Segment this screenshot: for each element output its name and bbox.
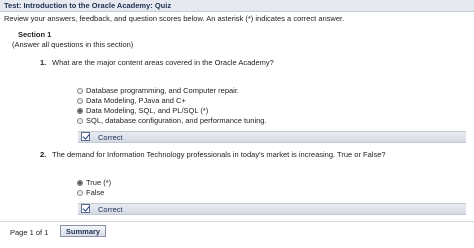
radio-icon[interactable] (77, 189, 83, 196)
question-1-option-1[interactable]: Database programming, and Computer repai… (77, 86, 239, 95)
quiz-title: Test: Introduction to the Oracle Academy… (4, 1, 172, 10)
radio-icon[interactable] (77, 117, 83, 124)
option-label: Data Modeling, PJava and C+ (86, 96, 186, 105)
section-title: Section 1 (18, 30, 52, 39)
page-indicator: Page 1 of 1 (10, 228, 49, 237)
feedback-label: Correct (98, 133, 123, 142)
question-2-option-2[interactable]: False (77, 188, 104, 197)
question-1-option-3[interactable]: Data Modeling, SQL, and PL/SQL (*) (77, 106, 208, 115)
question-2-number: 2. (40, 150, 47, 159)
instructions-text: Review your answers, feedback, and quest… (4, 14, 345, 23)
option-label: SQL, database configuration, and perform… (86, 116, 267, 125)
option-label: True (*) (86, 178, 112, 187)
question-2-option-1[interactable]: True (*) (77, 178, 111, 187)
radio-selected-icon[interactable] (77, 107, 83, 114)
question-2-text: The demand for Information Technology pr… (52, 150, 386, 159)
option-label: Database programming, and Computer repai… (86, 86, 239, 95)
question-1-text: What are the major content areas covered… (52, 58, 274, 67)
feedback-label: Correct (98, 205, 123, 214)
radio-icon[interactable] (77, 97, 83, 104)
radio-selected-icon[interactable] (77, 179, 83, 186)
radio-icon[interactable] (77, 87, 83, 94)
option-label: Data Modeling, SQL, and PL/SQL (*) (86, 106, 209, 115)
section-note: (Answer all questions in this section) (12, 40, 134, 49)
question-1-option-4[interactable]: SQL, database configuration, and perform… (77, 116, 267, 125)
check-icon (81, 204, 90, 213)
question-1-number: 1. (40, 58, 47, 67)
footer-divider (0, 221, 474, 222)
check-icon (81, 132, 90, 141)
question-1-option-2[interactable]: Data Modeling, PJava and C+ (77, 96, 186, 105)
question-2-feedback: Correct (78, 203, 466, 215)
question-1-feedback: Correct (78, 131, 466, 143)
summary-button[interactable]: Summary (60, 225, 106, 237)
option-label: False (86, 188, 105, 197)
quiz-title-bar: Test: Introduction to the Oracle Academy… (0, 0, 474, 12)
